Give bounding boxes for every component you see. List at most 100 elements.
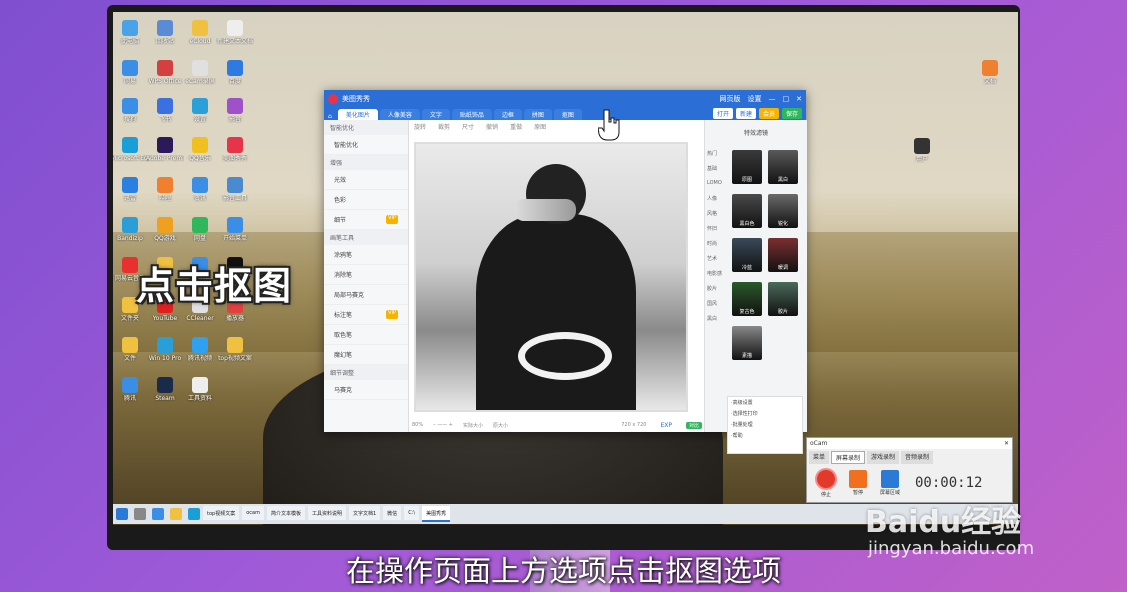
settings-link[interactable]: 设置 (748, 94, 762, 104)
taskbar-app[interactable]: ocam (242, 506, 264, 520)
toolbar-button[interactable]: 重做 (510, 122, 522, 132)
ocam-tab[interactable]: 音频录制 (901, 451, 934, 464)
desktop-icon[interactable]: top视频文案 (216, 337, 254, 362)
left-section-title[interactable]: 细节调整 (324, 365, 408, 380)
desktop-icon[interactable]: 设置 (181, 98, 219, 123)
ocam-tab[interactable]: 菜单 (809, 451, 830, 464)
desktop-icon[interactable]: 影音工具 (216, 177, 254, 202)
compare-button[interactable]: 对比 (685, 421, 702, 429)
toolbar-button[interactable]: 原图 (534, 122, 546, 132)
ocam-close-icon[interactable]: ✕ (1004, 440, 1009, 447)
web-version-link[interactable]: 网页版 (720, 94, 741, 104)
left-tool-item[interactable]: 魔幻笔 (324, 345, 408, 365)
explorer-icon[interactable] (170, 508, 182, 520)
taskview-icon[interactable] (152, 508, 164, 520)
desktop-icon[interactable]: Win 10 Pro (146, 337, 184, 362)
left-tool-item[interactable]: 涂鸦笔 (324, 245, 408, 265)
original-size-button[interactable]: 原大小 (493, 422, 508, 429)
left-section-title[interactable]: 画笔工具 (324, 230, 408, 245)
left-tool-item[interactable]: 标注笔 VIP (324, 305, 408, 325)
vip-button[interactable]: 会员 (758, 108, 779, 119)
filter-category[interactable]: 胶片 (707, 285, 729, 292)
desktop-icon[interactable]: QQ音乐 (181, 137, 219, 162)
desktop-icon[interactable]: 用户 (903, 138, 941, 163)
taskbar-app[interactable]: 简介文本模板 (266, 506, 305, 520)
export-button[interactable]: EXP (656, 420, 676, 430)
filter-category[interactable]: 黑白 (707, 315, 729, 322)
tab-item[interactable]: 人像美容 (379, 109, 420, 120)
desktop-icon[interactable]: 回收站 (146, 20, 184, 45)
fit-button[interactable]: 实际大小 (463, 422, 483, 429)
filter-thumbnail[interactable]: 复古色 (732, 282, 762, 316)
desktop-icon[interactable]: 美图秀秀 (216, 137, 254, 162)
filter-category[interactable]: LOMO (707, 180, 729, 186)
desktop-icon[interactable]: eCam录屏 (181, 60, 219, 85)
tab-item[interactable]: 美化图片 (337, 109, 378, 120)
desktop-icon[interactable]: WPS Office (146, 60, 184, 85)
filter-category[interactable]: 热门 (707, 150, 729, 157)
left-tool-item[interactable]: 细节 VIP (324, 210, 408, 230)
maximize-icon[interactable]: □ (783, 95, 790, 103)
toolbar-button[interactable]: 撤销 (486, 122, 498, 132)
image-canvas[interactable] (414, 142, 688, 412)
taskbar-app[interactable]: C:\ (404, 506, 420, 520)
tab-item[interactable]: 拼图 (523, 109, 552, 120)
tab-cutout[interactable]: 抠图 (553, 109, 582, 120)
pause-button[interactable]: 暂停 (845, 470, 871, 496)
zoom-slider[interactable]: – —— + (433, 422, 453, 428)
desktop-icon[interactable]: 工具资料 (181, 377, 219, 402)
desktop-icon[interactable]: Adobe Premiere (146, 137, 184, 162)
tab-item[interactable]: 贴纸饰品 (451, 109, 492, 120)
left-tool-item[interactable]: 局部马赛克 (324, 285, 408, 305)
filter-thumbnail[interactable]: 素描 (732, 326, 762, 360)
search-icon[interactable] (134, 508, 146, 520)
toolbar-button[interactable]: 尺寸 (462, 122, 474, 132)
desktop-icon[interactable]: 百度 (216, 60, 254, 85)
taskbar-app[interactable]: 美图秀秀 (422, 506, 451, 522)
left-tool-item[interactable]: 光效 (324, 170, 408, 190)
desktop-icon[interactable]: 哔哩 (146, 177, 184, 202)
desktop-icon[interactable]: 网易 (113, 60, 149, 85)
desktop-icon[interactable]: 文档 (971, 60, 1009, 85)
tab-item[interactable]: 文字 (421, 109, 450, 120)
tab-item[interactable]: 边框 (493, 109, 522, 120)
filter-thumbnail[interactable]: 暖调 (768, 238, 798, 272)
desktop-icon[interactable]: 资讯 (181, 177, 219, 202)
taskbar-app[interactable]: top视频文案 (203, 506, 240, 520)
desktop-icon[interactable]: Bandizip (113, 217, 149, 242)
edge-icon[interactable] (188, 508, 200, 520)
filter-thumbnail[interactable]: 原图 (732, 150, 762, 184)
filter-thumbnail[interactable]: 胶片 (768, 282, 798, 316)
left-tool-item[interactable]: 取色笔 (324, 325, 408, 345)
start-icon[interactable] (116, 508, 128, 520)
filter-category[interactable]: 人像 (707, 195, 729, 202)
screen-area-button[interactable]: 屏幕区域 (877, 470, 903, 496)
desktop-icon[interactable]: 腾讯视频 (181, 337, 219, 362)
desktop-icon[interactable]: 此电脑 (113, 20, 149, 45)
more-option-item[interactable]: ·批量处理 (728, 419, 802, 430)
save-button[interactable]: 保存 (781, 108, 802, 119)
desktop-icon[interactable]: 文件 (113, 337, 149, 362)
taskbar-app[interactable]: 文字文档1 (348, 506, 381, 520)
filter-thumbnail[interactable]: 锐化 (768, 194, 798, 228)
taskbar-app[interactable]: 微信 (383, 506, 402, 520)
toolbar-button[interactable]: 旋转 (414, 122, 426, 132)
desktop-icon[interactable]: 腾讯 (113, 377, 149, 402)
filter-category[interactable]: 基础 (707, 165, 729, 172)
left-tool-item[interactable]: 消除笔 (324, 265, 408, 285)
ocam-tab[interactable]: 游戏录制 (867, 451, 900, 464)
desktop-icon[interactable]: 飞书 (146, 98, 184, 123)
desktop-icon[interactable]: 网盘 (181, 217, 219, 242)
left-tool-item[interactable]: 智能优化 (324, 135, 408, 155)
home-icon[interactable]: ⌂ (328, 113, 332, 120)
desktop-icon[interactable]: 新建文本文档 (216, 20, 254, 45)
ocam-tab[interactable]: 屏幕录制 (831, 451, 866, 464)
desktop-icon[interactable]: 搜狗 (113, 98, 149, 123)
more-option-item[interactable]: ·高级设置 (728, 397, 802, 408)
desktop-icon[interactable]: Microsoft Edge (113, 137, 149, 162)
desktop-icon[interactable]: eCloud (181, 20, 219, 45)
left-section-title[interactable]: 增强 (324, 155, 408, 170)
stop-button[interactable]: 停止 (813, 468, 839, 498)
filter-category[interactable]: 时尚 (707, 240, 729, 247)
left-section-title[interactable]: 智能优化 (324, 120, 408, 135)
